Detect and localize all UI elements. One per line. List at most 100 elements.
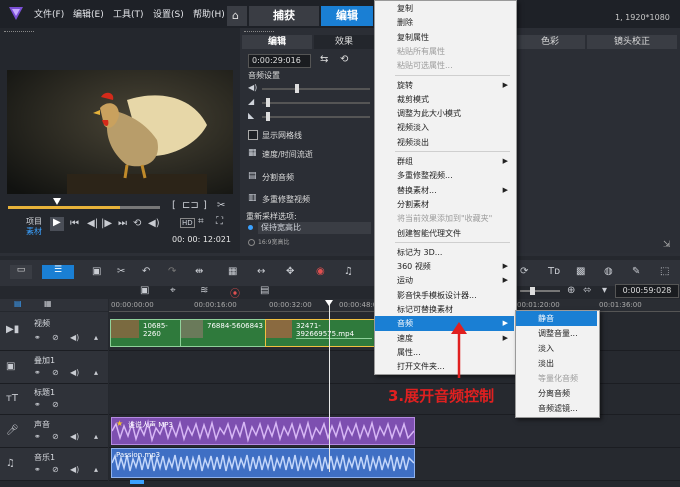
fade-out-slider[interactable]: [262, 116, 370, 118]
track-expand-icon[interactable]: ▴: [94, 465, 98, 474]
track-volume-icon[interactable]: ◀): [70, 368, 79, 377]
paint-icon[interactable]: ✎: [632, 266, 640, 277]
context-menu-item[interactable]: 复制属性: [375, 30, 514, 45]
context-menu-item[interactable]: 打开文件夹...: [375, 359, 514, 374]
link-icon[interactable]: ⚭: [34, 333, 41, 342]
context-menu-item[interactable]: 多重修整视频...: [375, 168, 514, 183]
expand-icon[interactable]: ⇲: [663, 240, 671, 250]
track-volume-icon[interactable]: ◀): [70, 432, 79, 441]
track-expand-icon[interactable]: ▴: [94, 432, 98, 441]
next-frame-icon[interactable]: |▶: [101, 218, 112, 229]
fullscreen-icon[interactable]: ⛶: [216, 216, 223, 227]
video-clip[interactable]: 76884-5606843: [180, 319, 266, 347]
all-tracks-icon[interactable]: ▤: [14, 299, 22, 308]
go-end-icon[interactable]: ⏭: [118, 218, 127, 229]
aspect-radio[interactable]: [248, 239, 255, 246]
track-lane-voice[interactable]: ★ 谁说人声 MP3: [109, 415, 680, 448]
fade-in-slider[interactable]: [262, 102, 370, 104]
context-menu-item[interactable]: 分割素材: [375, 197, 514, 212]
tab-capture[interactable]: 捕获: [249, 6, 319, 26]
music-clip[interactable]: Passion.mp3: [111, 448, 415, 478]
track-volume-icon[interactable]: ◀): [70, 333, 79, 342]
volume-slider[interactable]: [262, 88, 370, 90]
audio-submenu-item[interactable]: 音频滤镜...: [516, 401, 597, 416]
redo-icon[interactable]: ↷: [168, 266, 176, 277]
tab-options-effect[interactable]: 效果: [314, 35, 374, 49]
context-menu-item[interactable]: 旋转 ▶: [375, 78, 514, 93]
video-clip-selected[interactable]: 32471-392669575.mp4: [265, 319, 375, 347]
voice-clip[interactable]: ★ 谁说人声 MP3: [111, 417, 415, 445]
playhead-handle[interactable]: [325, 300, 333, 306]
track-header-title[interactable]: ᴛT 标题1 ⚭ ⊘: [0, 384, 108, 415]
link-icon[interactable]: ⚭: [34, 465, 41, 474]
home-button[interactable]: ⌂: [227, 6, 247, 26]
preview-timecode[interactable]: 00: 00: 12:021: [172, 235, 231, 244]
track-lock-icon[interactable]: ⊘: [52, 368, 59, 377]
undo-icon[interactable]: ↶: [142, 266, 150, 277]
track-header-video[interactable]: ▶▮ 视频 ⚭ ⊘ ◀) ▴: [0, 312, 108, 351]
mark-out-icon[interactable]: ]: [203, 200, 207, 211]
trim-icon[interactable]: ⊏⊐: [182, 200, 199, 211]
context-menu-item[interactable]: 删除: [375, 15, 514, 30]
mic-icon[interactable]: ⦿: [230, 285, 240, 300]
image-icon[interactable]: ▦: [228, 266, 237, 277]
context-menu-item[interactable]: 创建智能代理文件: [375, 226, 514, 241]
track-lane-music[interactable]: Passion.mp3: [109, 448, 680, 481]
audio-submenu-item[interactable]: 调整音量...: [516, 326, 597, 341]
track-header-overlay[interactable]: ▣ 叠加1 ⚭ ⊘ ◀) ▴: [0, 351, 108, 384]
link-icon[interactable]: ⚭: [34, 368, 41, 377]
clip-label[interactable]: 素材: [26, 226, 42, 237]
fade-out-thumb[interactable]: [266, 112, 270, 121]
mixer-icon[interactable]: ♫: [344, 266, 353, 277]
tab-options-edit[interactable]: 编辑: [242, 35, 312, 49]
keep-aspect-radio[interactable]: [248, 225, 253, 230]
track-lock-icon[interactable]: ⊘: [52, 400, 59, 409]
video-clip[interactable]: 10685-2260: [110, 319, 181, 347]
zoom-fit-icon[interactable]: ⬄: [583, 285, 591, 296]
menu-tools[interactable]: 工具(T): [113, 7, 144, 20]
tools-icon[interactable]: ✂: [117, 266, 125, 277]
record-icon[interactable]: ◉: [316, 266, 325, 277]
context-menu-item[interactable]: 影音快手模板设计器...: [375, 288, 514, 303]
context-menu-item[interactable]: 裁剪模式: [375, 92, 514, 107]
tab-edit[interactable]: 编辑: [321, 6, 373, 26]
track-lock-icon[interactable]: ⊘: [52, 333, 59, 342]
sync-icon[interactable]: ⟳: [520, 266, 528, 277]
tab-lens-correction[interactable]: 镜头校正: [587, 35, 677, 49]
context-menu-item[interactable]: 替换素材... ▶: [375, 183, 514, 198]
menu-help[interactable]: 帮助(H): [193, 7, 225, 20]
fade-in-thumb[interactable]: [266, 98, 270, 107]
storyboard-view-button[interactable]: ▭: [10, 265, 32, 279]
context-menu-item[interactable]: 视频淡出: [375, 135, 514, 150]
audio-submenu-item[interactable]: 静音: [516, 311, 597, 326]
clip-icon[interactable]: ▤: [260, 285, 269, 296]
rotate-icon[interactable]: ⟲: [340, 54, 348, 65]
link-icon[interactable]: ⚭: [34, 400, 41, 409]
volume-thumb[interactable]: [295, 84, 299, 93]
mark-in-icon[interactable]: [: [172, 200, 176, 211]
context-menu-item[interactable]: 调整为此大小模式: [375, 106, 514, 121]
fit-clip-icon[interactable]: ⇹: [195, 266, 203, 277]
track-expand-icon[interactable]: ▴: [94, 368, 98, 377]
audio-wave-icon[interactable]: ≋: [200, 285, 208, 296]
speed-time-button[interactable]: 速度/时间流逝: [262, 149, 313, 160]
prev-frame-icon[interactable]: ◀|: [87, 218, 98, 229]
quality-badge[interactable]: HD: [180, 218, 195, 228]
keyframe-icon[interactable]: ⬚: [660, 266, 669, 277]
audio-submenu-item[interactable]: 淡入: [516, 341, 597, 356]
repeat-icon[interactable]: ⟲: [133, 218, 141, 229]
stretch-icon[interactable]: ↔: [257, 266, 265, 277]
track-expand-icon[interactable]: ▴: [94, 333, 98, 342]
zoom-in-icon[interactable]: ⊕: [567, 285, 575, 296]
link-icon[interactable]: ⚭: [34, 432, 41, 441]
context-menu-item[interactable]: 360 视频 ▶: [375, 259, 514, 274]
go-start-icon[interactable]: ⏮: [70, 218, 79, 229]
audio-submenu-item[interactable]: 分离音频: [516, 386, 597, 401]
context-menu-item[interactable]: 属性...: [375, 345, 514, 360]
multi-trim-button[interactable]: 多重修整视频: [262, 194, 310, 205]
keep-aspect-option[interactable]: 保持宽高比: [258, 222, 371, 234]
playhead-marker[interactable]: [53, 198, 61, 205]
motion-icon[interactable]: ✥: [286, 266, 294, 277]
timeline-playhead[interactable]: [329, 302, 330, 472]
menu-edit[interactable]: 编辑(E): [73, 7, 104, 20]
